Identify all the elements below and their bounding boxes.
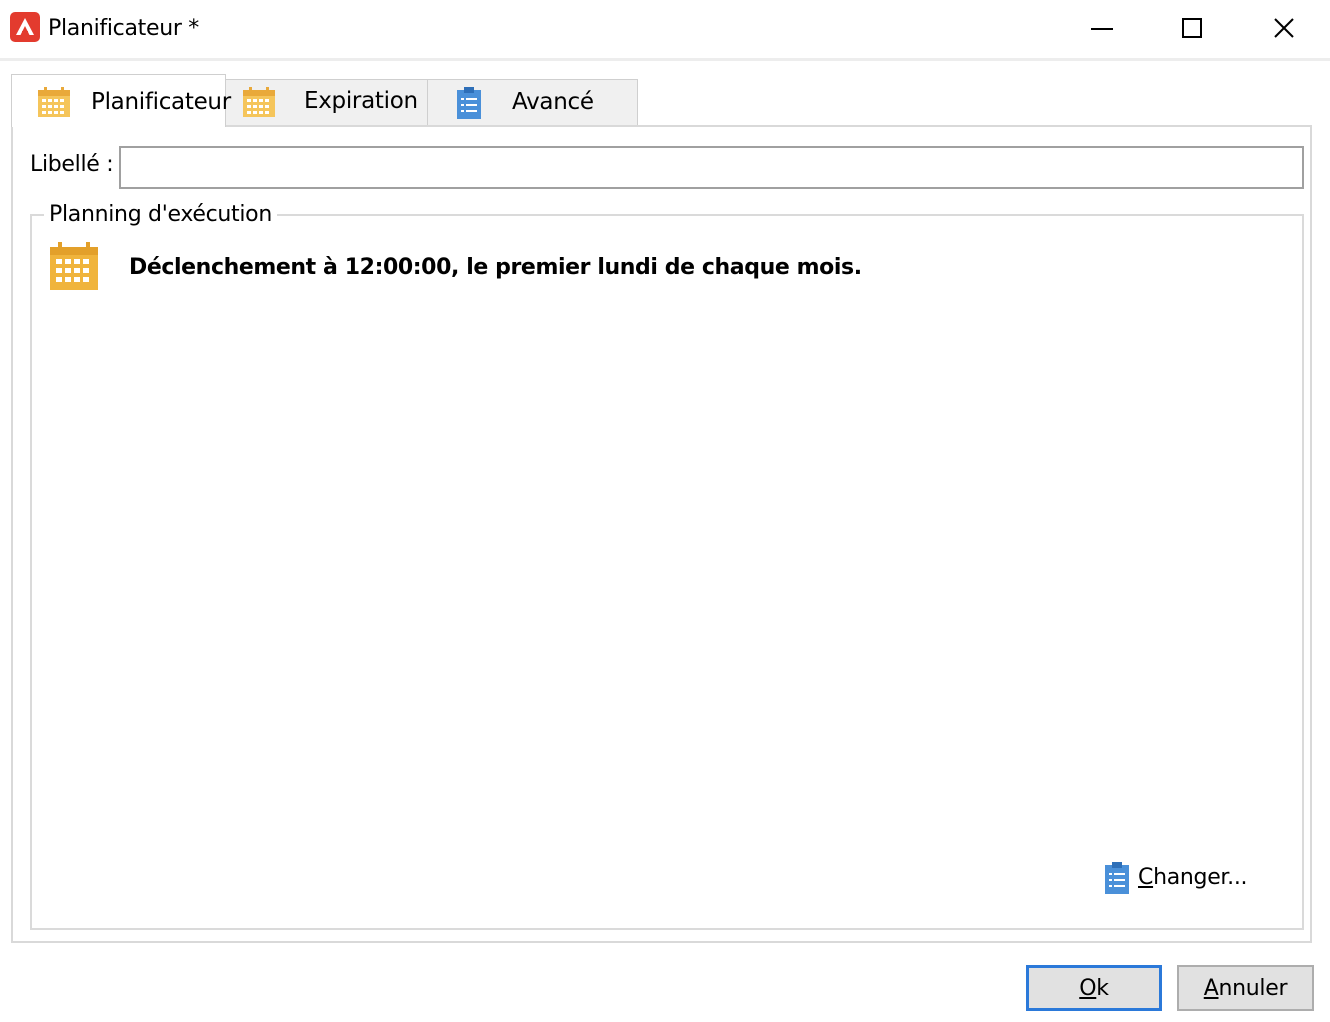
tab-label: Avancé	[512, 89, 594, 115]
tab-label: Expiration	[304, 88, 418, 114]
maximize-button[interactable]	[1146, 0, 1238, 56]
calendar-icon	[243, 87, 275, 117]
clipboard-icon	[457, 87, 481, 119]
cancel-label: Annuler	[1203, 975, 1288, 1001]
change-label: Changer...	[1138, 865, 1248, 890]
tab-planificateur[interactable]: Planificateur	[11, 74, 231, 127]
tab-expiration[interactable]: Expiration	[225, 79, 428, 125]
ok-button[interactable]: Ok	[1026, 965, 1162, 1011]
minimize-icon	[1091, 28, 1113, 30]
libelle-input[interactable]	[119, 146, 1304, 189]
app-logo-icon	[10, 12, 40, 42]
minimize-button[interactable]	[1056, 0, 1148, 56]
change-schedule-link[interactable]: Changer...	[1104, 860, 1248, 896]
cancel-button[interactable]: Annuler	[1177, 965, 1314, 1011]
tab-avance[interactable]: Avancé	[427, 79, 638, 125]
maximize-icon	[1182, 18, 1202, 38]
schedule-description: Déclenchement à 12:00:00, le premier lun…	[129, 255, 862, 280]
title-separator	[0, 58, 1330, 61]
ok-label: Ok	[1079, 975, 1109, 1001]
calendar-icon	[50, 242, 98, 290]
close-icon	[1274, 18, 1294, 38]
window-title: Planificateur *	[48, 16, 199, 41]
group-title: Planning d'exécution	[44, 201, 277, 229]
close-button[interactable]	[1238, 0, 1330, 56]
clipboard-icon	[1105, 862, 1129, 894]
execution-planning-group	[30, 214, 1304, 930]
tab-label: Planificateur	[91, 89, 231, 115]
libelle-label: Libellé :	[30, 152, 114, 177]
calendar-icon	[38, 87, 70, 117]
